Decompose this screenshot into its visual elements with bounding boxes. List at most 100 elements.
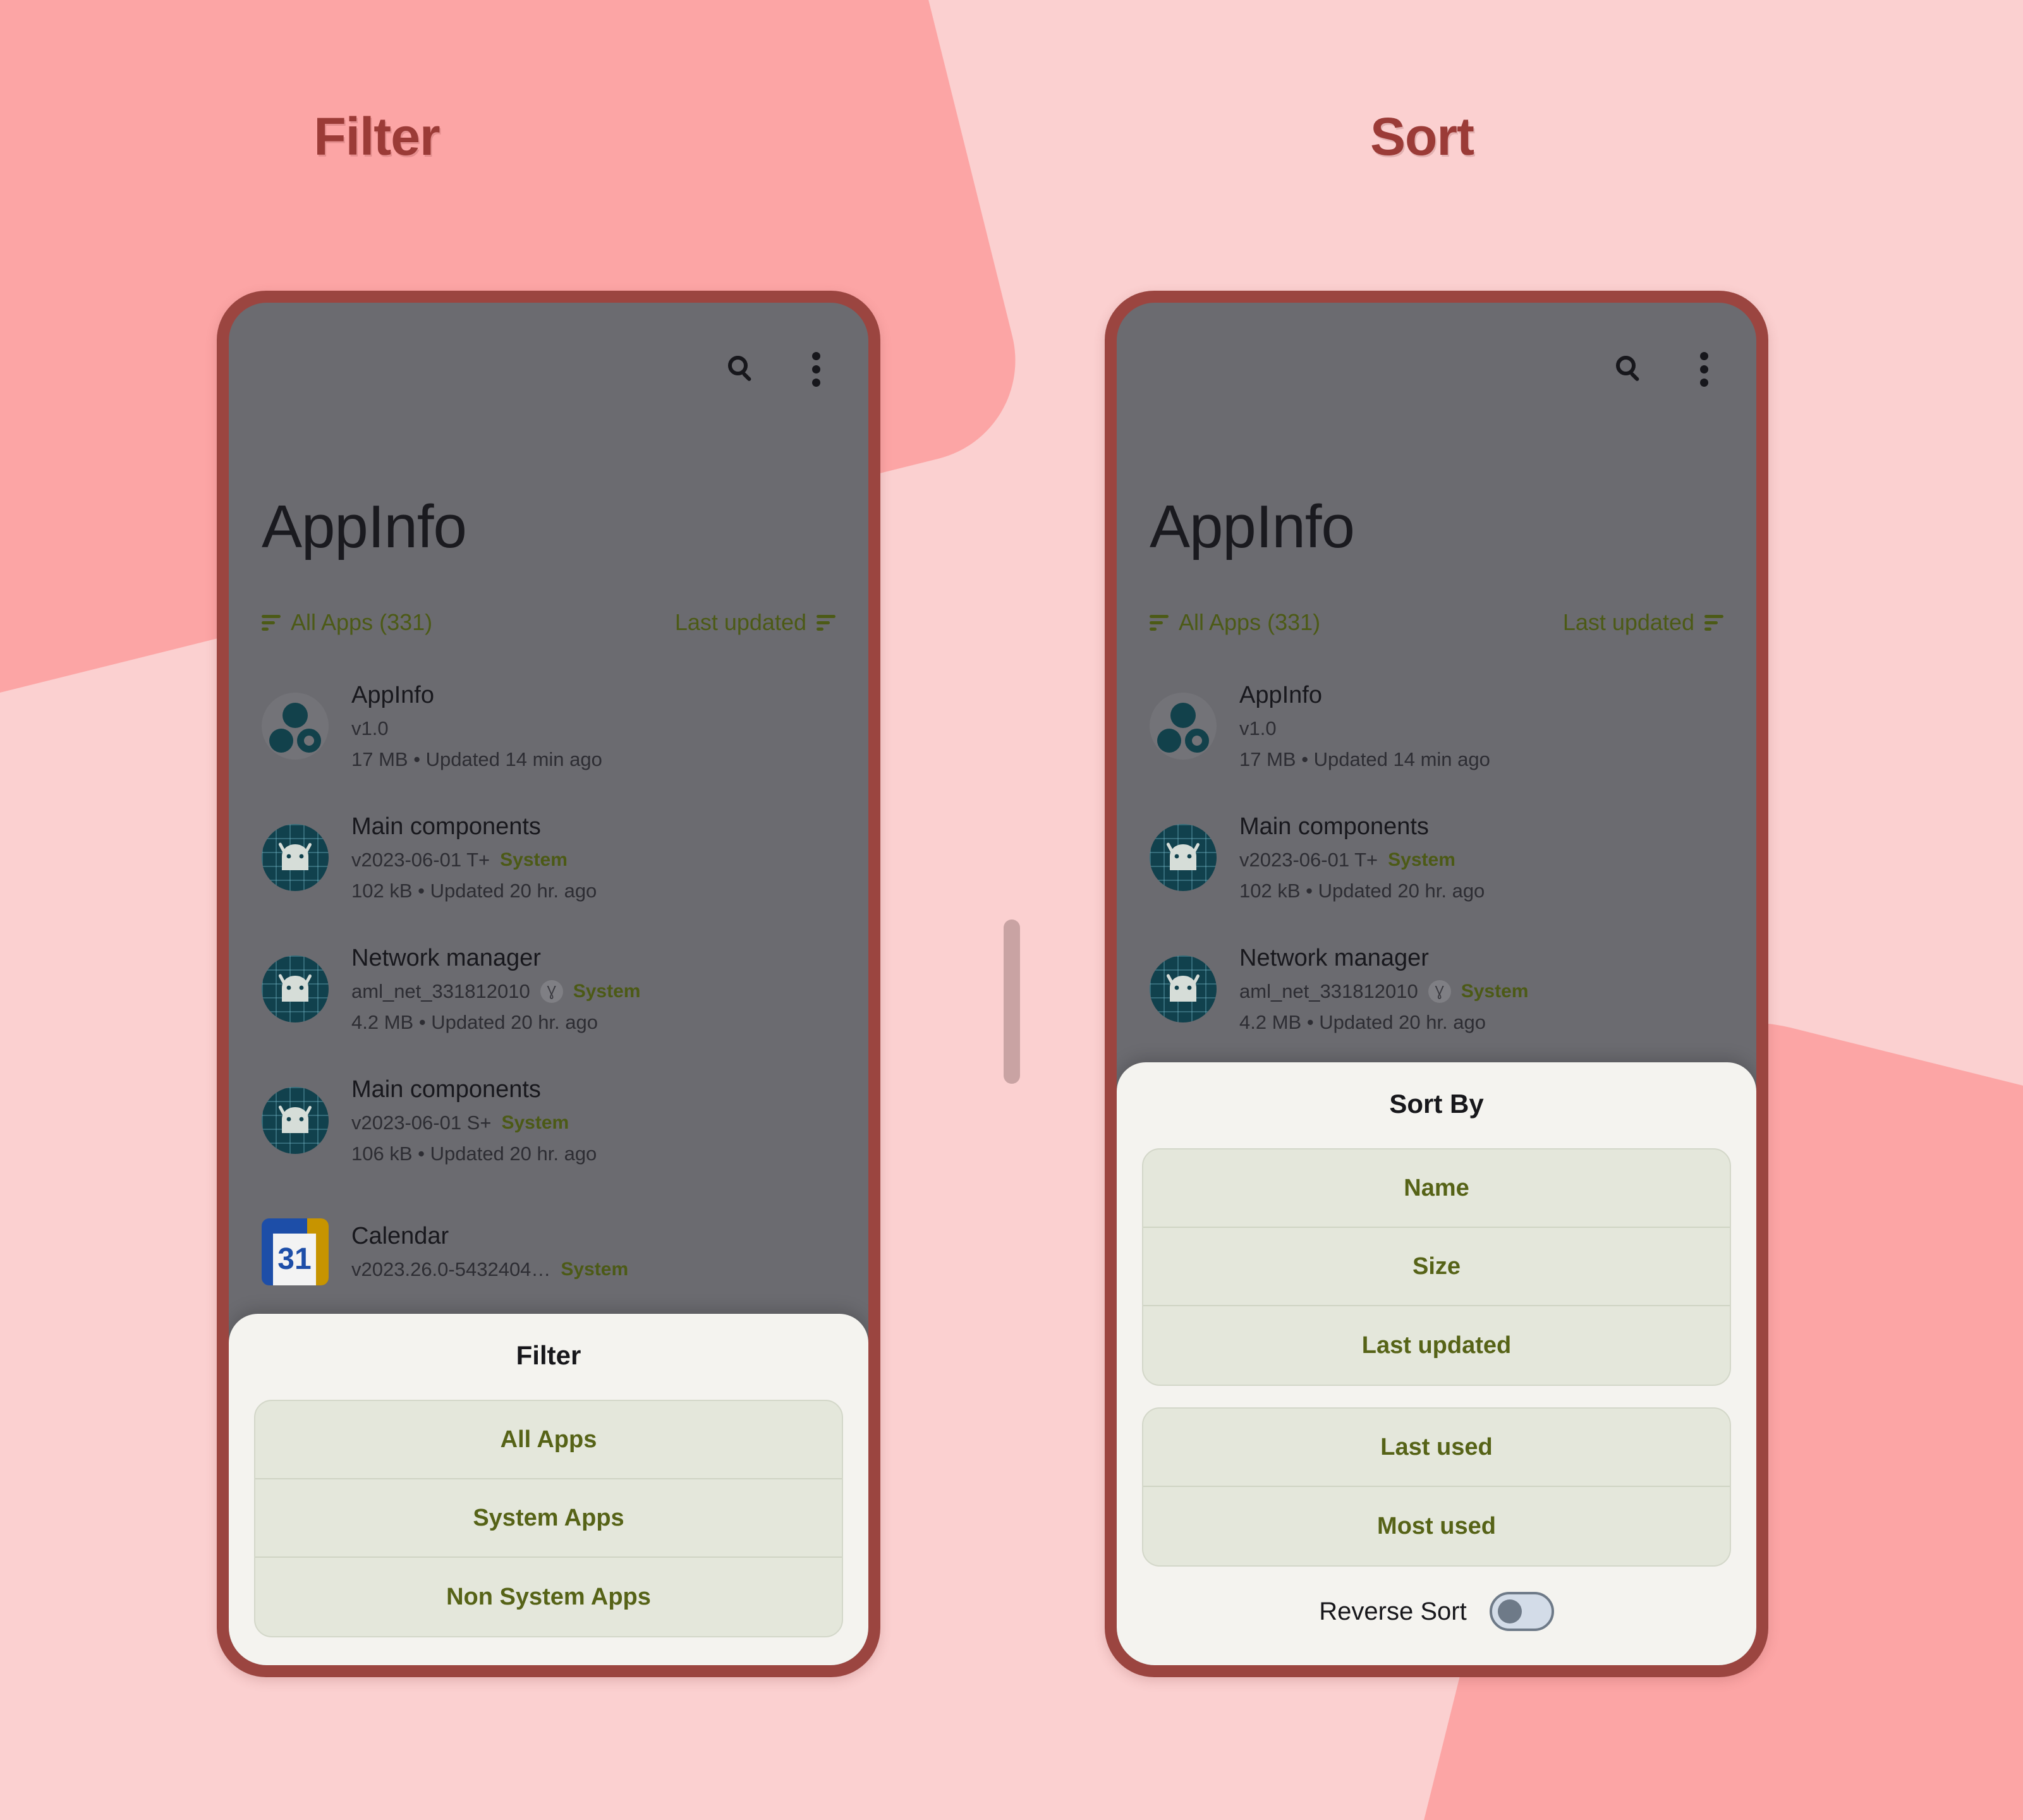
- more-vert-icon: [1699, 351, 1708, 387]
- list-item[interactable]: Network manager aml_net_331812010 Ɣ Syst…: [1117, 923, 1756, 1055]
- filter-chip-label: All Apps (331): [291, 609, 433, 635]
- app-name: Network manager: [351, 944, 541, 971]
- android-icon: [262, 1087, 329, 1154]
- search-icon: [727, 355, 756, 384]
- sort-option-group-primary: Name Size Last updated: [1142, 1148, 1731, 1386]
- android-icon: [1150, 956, 1217, 1022]
- sort-icon: [1704, 614, 1723, 631]
- sheet-title: Sort By: [1389, 1089, 1484, 1119]
- filter-sort-row: All Apps (331) Last updated: [262, 604, 835, 641]
- app-size-updated: 4.2 MB • Updated 20 hr. ago: [351, 1010, 598, 1033]
- app-bar: [229, 303, 868, 435]
- heading-sort: Sort: [1370, 107, 1474, 166]
- sheet-title: Filter: [516, 1340, 581, 1370]
- sort-icon: [817, 614, 835, 631]
- android-icon: [1150, 824, 1217, 891]
- app-name: Main components: [351, 1076, 541, 1103]
- list-item[interactable]: Main components v2023-06-01 T+ System 10…: [1117, 792, 1756, 923]
- work-profile-icon: Ɣ: [1428, 980, 1451, 1003]
- list-item[interactable]: Network manager aml_net_331812010 Ɣ Syst…: [229, 923, 868, 1055]
- app-name: Network manager: [1239, 944, 1429, 971]
- filter-icon: [1150, 614, 1169, 631]
- app-version: v2023-06-01 T+: [1239, 848, 1378, 871]
- sort-option-last-updated[interactable]: Last updated: [1143, 1306, 1730, 1385]
- phone-screen-left: AppInfo All Apps (331) Last updated AppI…: [229, 303, 868, 1665]
- filter-option-all-apps[interactable]: All Apps: [255, 1401, 842, 1479]
- sort-option-size[interactable]: Size: [1143, 1228, 1730, 1306]
- app-version: v1.0: [1239, 717, 1277, 739]
- app-version: v2023.26.0-5432404…: [351, 1258, 551, 1280]
- filter-bottom-sheet: Filter All Apps System Apps Non System A…: [229, 1314, 868, 1665]
- search-button[interactable]: [722, 349, 761, 389]
- app-size-updated: 4.2 MB • Updated 20 hr. ago: [1239, 1010, 1486, 1033]
- status-badge: System: [500, 849, 568, 870]
- status-badge: System: [1388, 849, 1455, 870]
- app-name: Main components: [1239, 813, 1429, 840]
- filter-chip-label: All Apps (331): [1179, 609, 1321, 635]
- appinfo-icon: [1150, 693, 1217, 760]
- sort-chip[interactable]: Last updated: [675, 609, 835, 636]
- filter-icon: [262, 614, 281, 631]
- list-item[interactable]: 31 Calendar v2023.26.0-5432404… System: [229, 1186, 868, 1318]
- app-size-updated: 106 kB • Updated 20 hr. ago: [351, 1142, 597, 1165]
- app-name: Calendar: [351, 1223, 449, 1249]
- status-badge: System: [561, 1259, 629, 1280]
- app-version: aml_net_331812010: [351, 980, 530, 1002]
- android-icon: [262, 956, 329, 1022]
- app-size-updated: 102 kB • Updated 20 hr. ago: [351, 879, 597, 902]
- sort-bottom-sheet: Sort By Name Size Last updated Last used…: [1117, 1062, 1756, 1665]
- status-badge: System: [573, 980, 641, 1002]
- app-version: v2023-06-01 S+: [351, 1111, 492, 1134]
- app-size-updated: 102 kB • Updated 20 hr. ago: [1239, 879, 1485, 902]
- app-size-updated: 17 MB • Updated 14 min ago: [351, 748, 602, 770]
- app-size-updated: 17 MB • Updated 14 min ago: [1239, 748, 1490, 770]
- work-profile-icon: Ɣ: [540, 980, 563, 1003]
- divider-handle: [1004, 919, 1020, 1084]
- app-version: aml_net_331812010: [1239, 980, 1418, 1002]
- sort-option-last-used[interactable]: Last used: [1143, 1409, 1730, 1487]
- app-name: AppInfo: [1239, 681, 1322, 708]
- reverse-sort-row: Reverse Sort: [1142, 1592, 1731, 1631]
- app-version: v1.0: [351, 717, 389, 739]
- app-bar: [1117, 303, 1756, 435]
- sort-chip-label: Last updated: [1562, 609, 1694, 635]
- list-item[interactable]: Main components v2023-06-01 T+ System 10…: [229, 792, 868, 923]
- reverse-sort-label: Reverse Sort: [1319, 1597, 1467, 1625]
- overflow-menu-button[interactable]: [796, 349, 835, 389]
- overflow-menu-button[interactable]: [1684, 349, 1723, 389]
- filter-option-system-apps[interactable]: System Apps: [255, 1479, 842, 1558]
- more-vert-icon: [811, 351, 820, 387]
- sort-option-name[interactable]: Name: [1143, 1150, 1730, 1228]
- app-name: Main components: [351, 813, 541, 840]
- phone-screen-right: AppInfo All Apps (331) Last updated AppI…: [1117, 303, 1756, 1665]
- sort-option-most-used[interactable]: Most used: [1143, 1487, 1730, 1565]
- page-title: AppInfo: [1150, 493, 1355, 561]
- search-icon: [1615, 355, 1644, 384]
- phone-frame-right: AppInfo All Apps (331) Last updated AppI…: [1105, 291, 1768, 1677]
- app-name: AppInfo: [351, 681, 434, 708]
- calendar-day: 31: [277, 1242, 312, 1276]
- list-item[interactable]: AppInfo v1.0 17 MB • Updated 14 min ago: [229, 660, 868, 792]
- filter-chip[interactable]: All Apps (331): [1150, 609, 1320, 636]
- sort-chip-label: Last updated: [674, 609, 806, 635]
- status-badge: System: [1461, 980, 1529, 1002]
- page-title: AppInfo: [262, 493, 467, 561]
- status-badge: System: [501, 1112, 569, 1133]
- heading-filter: Filter: [313, 107, 440, 166]
- filter-sort-row: All Apps (331) Last updated: [1150, 604, 1723, 641]
- list-item[interactable]: AppInfo v1.0 17 MB • Updated 14 min ago: [1117, 660, 1756, 792]
- android-icon: [262, 824, 329, 891]
- sort-option-group-usage: Last used Most used: [1142, 1407, 1731, 1567]
- list-item[interactable]: Main components v2023-06-01 S+ System 10…: [229, 1055, 868, 1186]
- search-button[interactable]: [1610, 349, 1649, 389]
- filter-option-non-system-apps[interactable]: Non System Apps: [255, 1558, 842, 1636]
- appinfo-icon: [262, 693, 329, 760]
- reverse-sort-toggle[interactable]: [1489, 1592, 1554, 1631]
- filter-option-group: All Apps System Apps Non System Apps: [254, 1400, 843, 1637]
- app-version: v2023-06-01 T+: [351, 848, 490, 871]
- toggle-knob: [1497, 1599, 1522, 1623]
- calendar-icon: 31: [262, 1218, 329, 1285]
- filter-chip[interactable]: All Apps (331): [262, 609, 432, 636]
- phone-frame-left: AppInfo All Apps (331) Last updated AppI…: [217, 291, 880, 1677]
- sort-chip[interactable]: Last updated: [1563, 609, 1723, 636]
